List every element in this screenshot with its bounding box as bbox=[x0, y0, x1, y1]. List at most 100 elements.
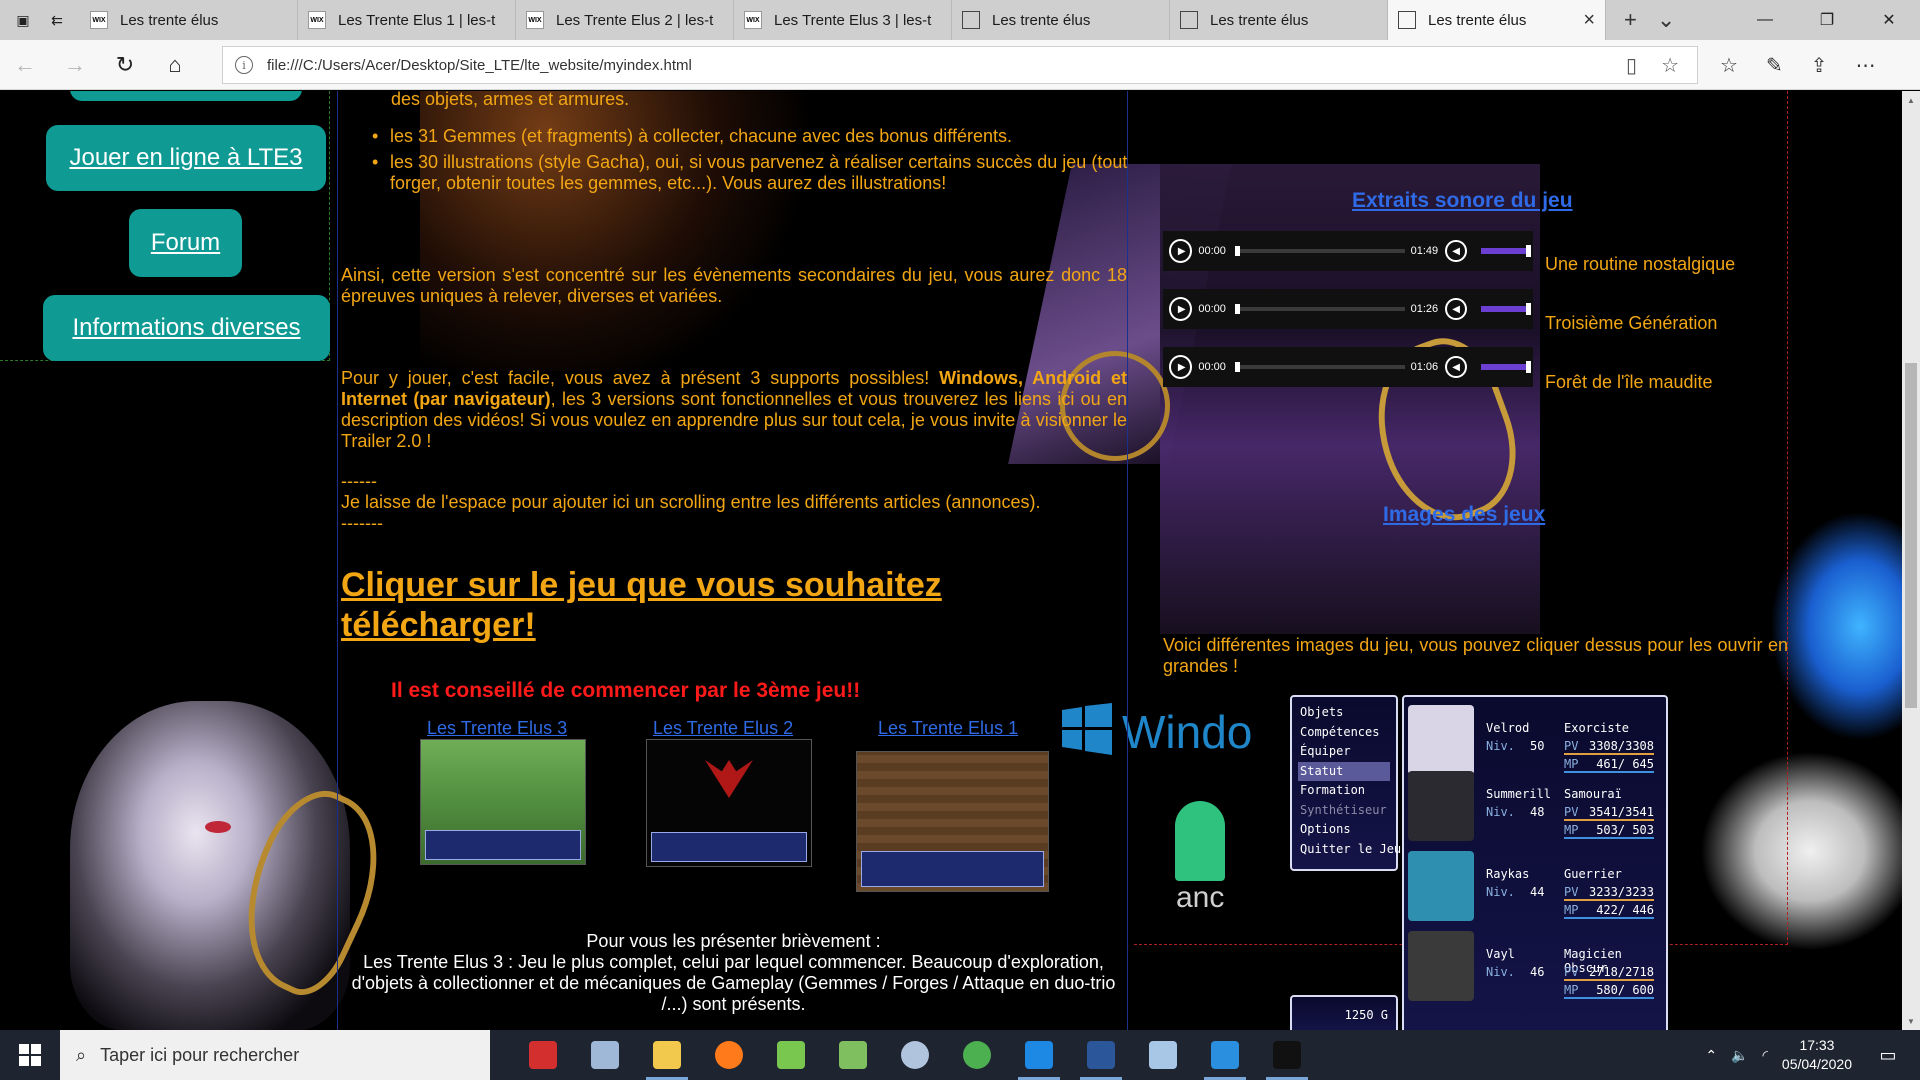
taskbar-search[interactable]: ⌕ Taper ici pour rechercher bbox=[60, 1030, 490, 1080]
favorite-star-icon[interactable]: ☆ bbox=[1661, 53, 1679, 78]
url-field[interactable]: i file:///C:/Users/Acer/Desktop/Site_LTE… bbox=[222, 46, 1698, 84]
volume-slider[interactable] bbox=[1480, 303, 1532, 315]
new-tab-icon[interactable]: + bbox=[1624, 7, 1637, 33]
more-icon[interactable]: ⋯ bbox=[1855, 53, 1875, 78]
audio-section-title[interactable]: Extraits sonore du jeu bbox=[1352, 189, 1573, 213]
notification-icon[interactable]: ▭ bbox=[1866, 1030, 1910, 1080]
taskbar-app-word[interactable] bbox=[1070, 1030, 1132, 1080]
taskbar-app-explorer[interactable] bbox=[636, 1030, 698, 1080]
mp-value: 503/ 503 bbox=[1596, 823, 1654, 837]
hp-label: PV bbox=[1564, 739, 1579, 753]
page-scrollbar[interactable]: ▲ ▼ bbox=[1902, 91, 1920, 1030]
chevron-up-icon[interactable]: ⌃ bbox=[1705, 1047, 1717, 1064]
play-icon[interactable]: ▶ bbox=[1169, 239, 1193, 263]
taskbar-app-firefox[interactable] bbox=[698, 1030, 760, 1080]
game-link-lte2[interactable]: Les Trente Elus 2 bbox=[653, 718, 793, 739]
play-icon[interactable]: ▶ bbox=[1169, 355, 1193, 379]
hp-value: 3308/3308 bbox=[1588, 739, 1654, 753]
download-heading[interactable]: Cliquer sur le jeu que vous souhaitez té… bbox=[341, 565, 1041, 645]
audio-seek-bar[interactable] bbox=[1235, 362, 1405, 372]
game-screenshot-lte1[interactable] bbox=[856, 751, 1049, 892]
taskbar-app-chrome[interactable] bbox=[946, 1030, 1008, 1080]
tab-4[interactable]: Les trente élus bbox=[952, 0, 1170, 40]
audio-seek-bar[interactable] bbox=[1235, 246, 1405, 256]
favorites-icon[interactable]: ☆ bbox=[1720, 53, 1738, 78]
share-icon[interactable]: ⇪ bbox=[1811, 53, 1828, 78]
taskbar-app-edge[interactable] bbox=[1008, 1030, 1070, 1080]
tab-1[interactable]: WIX Les Trente Elus 1 | les-t bbox=[298, 0, 516, 40]
volume-icon[interactable]: ◀ bbox=[1445, 356, 1467, 378]
play-online-button[interactable]: Jouer en ligne à LTE3 bbox=[46, 125, 326, 191]
edge-icon bbox=[1025, 1041, 1053, 1069]
play-icon[interactable]: ▶ bbox=[1169, 297, 1193, 321]
terminal-icon bbox=[1273, 1041, 1301, 1069]
scroll-down-icon[interactable]: ▼ bbox=[1902, 1012, 1920, 1030]
game-link-lte1[interactable]: Les Trente Elus 1 bbox=[878, 718, 1018, 739]
audio-player-1[interactable]: ▶ 00:00 01:49 ◀ bbox=[1163, 231, 1533, 271]
game-menu-screenshot[interactable]: Objets Compétences Équiper Statut Format… bbox=[1290, 695, 1668, 1030]
volume-icon[interactable]: ◀ bbox=[1445, 298, 1467, 320]
minimize-icon[interactable]: — bbox=[1734, 0, 1796, 40]
firefox-icon bbox=[715, 1041, 743, 1069]
chevron-down-icon[interactable]: ⌄ bbox=[1657, 7, 1675, 33]
taskbar-app-terminal[interactable] bbox=[1256, 1030, 1318, 1080]
misc-info-button[interactable]: Informations diverses bbox=[43, 295, 330, 361]
word-icon bbox=[1087, 1041, 1115, 1069]
start-button[interactable] bbox=[0, 1030, 60, 1080]
mp-gauge: MP 580/ 600 bbox=[1564, 983, 1654, 999]
game-link-lte3[interactable]: Les Trente Elus 3 bbox=[427, 718, 567, 739]
refresh-icon[interactable]: ↻ bbox=[100, 40, 150, 90]
rpg-menu-item-disabled: Synthétiseur bbox=[1300, 802, 1387, 817]
taskbar-app-vscode[interactable] bbox=[1194, 1030, 1256, 1080]
mp-label: MP bbox=[1564, 903, 1579, 917]
forward-icon[interactable]: → bbox=[50, 40, 100, 90]
scroll-thumb[interactable] bbox=[1905, 363, 1917, 708]
dashes-top: ------ bbox=[341, 471, 377, 491]
info-icon[interactable]: i bbox=[235, 56, 253, 74]
audio-seek-bar[interactable] bbox=[1235, 304, 1405, 314]
tab-6-active[interactable]: Les trente élus × bbox=[1388, 0, 1606, 40]
taskbar-app-paint[interactable] bbox=[574, 1030, 636, 1080]
images-section-title[interactable]: Images des jeux bbox=[1383, 503, 1545, 527]
clock[interactable]: 17:33 05/04/2020 bbox=[1782, 1036, 1852, 1074]
tab-0[interactable]: WIX Les trente élus bbox=[80, 0, 298, 40]
close-tab-icon[interactable]: × bbox=[1583, 9, 1595, 32]
game-screenshot-lte3[interactable] bbox=[420, 739, 586, 865]
menu-button-top[interactable] bbox=[70, 91, 302, 101]
character-name: Raykas bbox=[1486, 867, 1530, 881]
tab-title: Les Trente Elus 3 | les-t bbox=[774, 11, 932, 29]
url-actions: ▯ ☆ bbox=[1626, 53, 1697, 78]
taskbar-app-notes[interactable] bbox=[1132, 1030, 1194, 1080]
tab-5[interactable]: Les trente élus bbox=[1170, 0, 1388, 40]
volume-slider[interactable] bbox=[1480, 245, 1532, 257]
tab-preview-icon[interactable]: ⇇ bbox=[45, 8, 69, 32]
hp-label: PV bbox=[1564, 885, 1579, 899]
volume-slider[interactable] bbox=[1480, 361, 1532, 373]
home-icon[interactable]: ⌂ bbox=[150, 40, 200, 90]
character-class: Exorciste bbox=[1564, 721, 1630, 735]
tab-title: Les trente élus bbox=[992, 11, 1091, 29]
set-aside-tabs-icon[interactable]: ▣ bbox=[11, 8, 35, 32]
audio-player-3[interactable]: ▶ 00:00 01:06 ◀ bbox=[1163, 347, 1533, 387]
back-icon[interactable]: ← bbox=[0, 40, 50, 90]
taskbar-app-notepad[interactable] bbox=[822, 1030, 884, 1080]
volume-tray-icon[interactable]: 🔈 bbox=[1731, 1047, 1748, 1064]
scroll-up-icon[interactable]: ▲ bbox=[1902, 91, 1920, 109]
network-icon[interactable]: ◜ bbox=[1763, 1047, 1768, 1064]
pen-icon[interactable]: ✎ bbox=[1766, 53, 1783, 78]
tab-2[interactable]: WIX Les Trente Elus 2 | les-t bbox=[516, 0, 734, 40]
game-screenshot-lte2[interactable] bbox=[646, 739, 812, 867]
volume-icon[interactable]: ◀ bbox=[1445, 240, 1467, 262]
tab-3[interactable]: WIX Les Trente Elus 3 | les-t bbox=[734, 0, 952, 40]
reading-view-icon[interactable]: ▯ bbox=[1626, 53, 1637, 78]
close-window-icon[interactable]: ✕ bbox=[1858, 0, 1920, 40]
audio-player-2[interactable]: ▶ 00:00 01:26 ◀ bbox=[1163, 289, 1533, 329]
restore-icon[interactable]: ❐ bbox=[1796, 0, 1858, 40]
taskbar-app-colors[interactable] bbox=[760, 1030, 822, 1080]
clock-date: 05/04/2020 bbox=[1781, 1056, 1852, 1072]
hp-gauge: PV 2718/2718 bbox=[1564, 965, 1654, 981]
taskbar-app-mouse[interactable] bbox=[884, 1030, 946, 1080]
taskbar-app-acrobat[interactable] bbox=[512, 1030, 574, 1080]
wix-icon: WIX bbox=[744, 11, 762, 29]
forum-button[interactable]: Forum bbox=[129, 209, 242, 277]
